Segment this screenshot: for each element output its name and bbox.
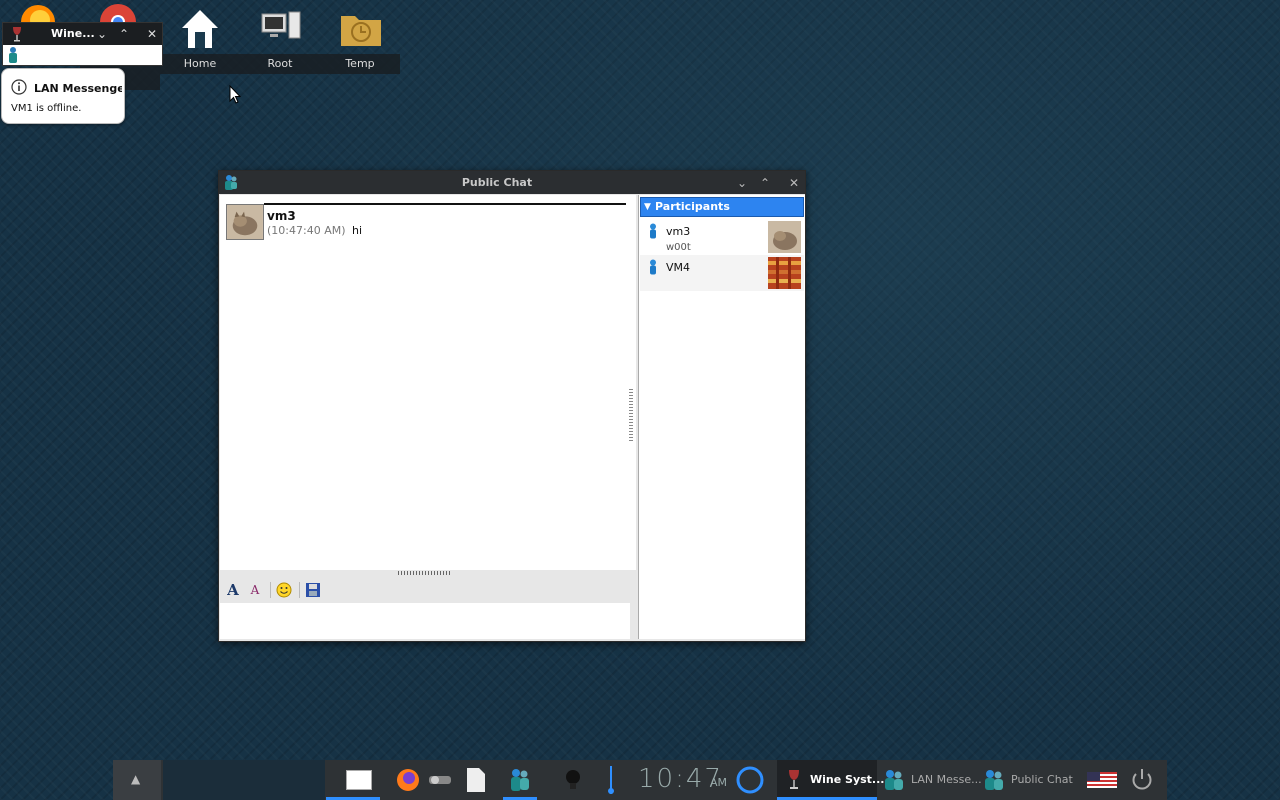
toolbar-separator	[299, 582, 300, 598]
message-sender: vm3	[267, 209, 296, 223]
font-color-icon[interactable]: A	[244, 580, 266, 600]
task-public-chat[interactable]: Public Chat	[979, 760, 1079, 800]
lightbulb-icon	[566, 770, 580, 789]
chat-close-button[interactable]: ✕	[785, 174, 803, 192]
info-icon	[11, 79, 27, 95]
window-icon	[346, 770, 372, 790]
wine-glass-icon	[789, 770, 799, 789]
message-input[interactable]	[220, 603, 630, 639]
wine-glass-icon	[13, 27, 21, 42]
taskbar-firefox[interactable]	[395, 760, 421, 800]
desktop-icon-temp[interactable]: Temp	[320, 0, 400, 74]
file-icon	[467, 768, 485, 792]
power-button[interactable]	[1129, 760, 1159, 800]
taskbar-tools[interactable]	[427, 760, 457, 800]
circle-icon	[736, 766, 764, 794]
power-icon	[1132, 769, 1152, 790]
wine-system-tray-window[interactable]: Wine... ⌄ ⌃ ✕	[2, 22, 163, 66]
notification-bubble[interactable]: LAN Messenger VM1 is offline.	[1, 68, 125, 124]
chevron-up-icon: ▲	[131, 772, 141, 786]
participant-status: w00t	[666, 242, 691, 253]
desktop-icon-root-label: Root	[240, 54, 320, 74]
lan-messenger-tray-icon[interactable]	[6, 46, 20, 64]
chat-maximize-button[interactable]: ⌃	[756, 174, 774, 192]
task-label: LAN Messe...	[911, 773, 982, 786]
font-icon[interactable]: A	[222, 580, 244, 600]
taskbar-files[interactable]	[465, 760, 489, 800]
desktop-icon-temp-label: Temp	[320, 54, 400, 74]
firefox-icon	[397, 769, 419, 791]
chat-minimize-button[interactable]: ⌄	[733, 174, 751, 192]
toolbar-separator	[270, 582, 271, 598]
task-label: Wine Syst...	[810, 773, 885, 786]
desktop-icon-root[interactable]: Root	[240, 0, 320, 74]
desktop-icon-home[interactable]: Home	[160, 0, 240, 74]
message-timestamp: (10:47:40 AM)	[267, 224, 346, 237]
public-chat-window[interactable]: Public Chat ⌄ ⌃ ✕ vm3 (10:47:40 AM) hi A…	[218, 170, 806, 642]
wine-close-button[interactable]: ✕	[143, 25, 161, 43]
keyboard-layout-indicator[interactable]	[1087, 760, 1119, 800]
taskbar-volume[interactable]	[603, 760, 619, 800]
participants-header[interactable]: ▼ Participants	[640, 197, 804, 217]
taskbar-lan-messenger[interactable]	[503, 760, 537, 800]
participant-avatar	[768, 257, 801, 289]
mouse-cursor-icon	[229, 85, 241, 104]
taskbar: ▲ 10:47 AM Wine Syst... LAN Messe... Pub…	[113, 760, 1167, 800]
horizontal-splitter-handle[interactable]	[398, 571, 452, 575]
task-lan-messenger[interactable]: LAN Messe...	[879, 760, 982, 800]
desktop-icon-home-label: Home	[160, 54, 240, 74]
collapse-arrow-icon: ▼	[644, 202, 651, 212]
save-icon[interactable]	[302, 580, 324, 600]
folder-clock-icon	[341, 16, 381, 46]
lan-messenger-icon	[885, 770, 903, 790]
message-toolbar: A A	[220, 577, 630, 603]
participant-name: VM4	[666, 261, 691, 274]
wine-window-titlebar[interactable]: Wine... ⌄ ⌃ ✕	[3, 23, 162, 45]
notification-body: VM1 is offline.	[11, 103, 82, 114]
wine-window-title: Wine...	[51, 27, 95, 40]
wine-minimize-button[interactable]: ⌄	[93, 25, 111, 43]
home-icon	[182, 10, 218, 48]
taskbar-search[interactable]	[735, 760, 767, 800]
chat-window-titlebar[interactable]: Public Chat ⌄ ⌃ ✕	[219, 171, 805, 194]
chat-window-title: Public Chat	[461, 176, 533, 189]
sender-avatar	[226, 204, 264, 240]
volume-slider-icon	[608, 766, 614, 794]
participants-panel: ▼ Participants vm3 w00t VM4	[638, 195, 805, 639]
participant-row[interactable]: vm3 w00t	[640, 219, 804, 255]
task-wine-system[interactable]: Wine Syst...	[777, 760, 884, 800]
notification-title: LAN Messenger	[34, 82, 122, 95]
taskbar-clock-ampm: AM	[710, 776, 728, 789]
taskbar-bulb[interactable]	[561, 760, 585, 800]
message-divider	[264, 203, 626, 205]
taskbar-menu-button[interactable]: ▲	[113, 760, 161, 800]
smiley-icon[interactable]	[273, 580, 295, 600]
us-flag-icon	[1087, 772, 1117, 788]
vertical-splitter-handle[interactable]	[629, 389, 633, 441]
tools-icon	[429, 776, 451, 784]
message-text: hi	[352, 224, 363, 237]
lan-messenger-icon	[985, 770, 1003, 790]
user-status-icon	[650, 223, 656, 239]
desktop-preview[interactable]	[163, 760, 325, 800]
taskbar-show-desktop[interactable]	[326, 760, 380, 800]
participants-header-label: Participants	[655, 200, 730, 213]
lan-messenger-icon	[511, 769, 529, 791]
wine-maximize-button[interactable]: ⌃	[115, 25, 133, 43]
participant-avatar	[768, 221, 801, 253]
computer-icon	[261, 11, 301, 39]
user-status-icon	[650, 259, 656, 275]
task-label: Public Chat	[1011, 773, 1073, 786]
participant-row[interactable]: VM4	[640, 255, 804, 291]
message-history-pane[interactable]: vm3 (10:47:40 AM) hi	[220, 195, 636, 570]
participant-name: vm3	[666, 225, 691, 238]
